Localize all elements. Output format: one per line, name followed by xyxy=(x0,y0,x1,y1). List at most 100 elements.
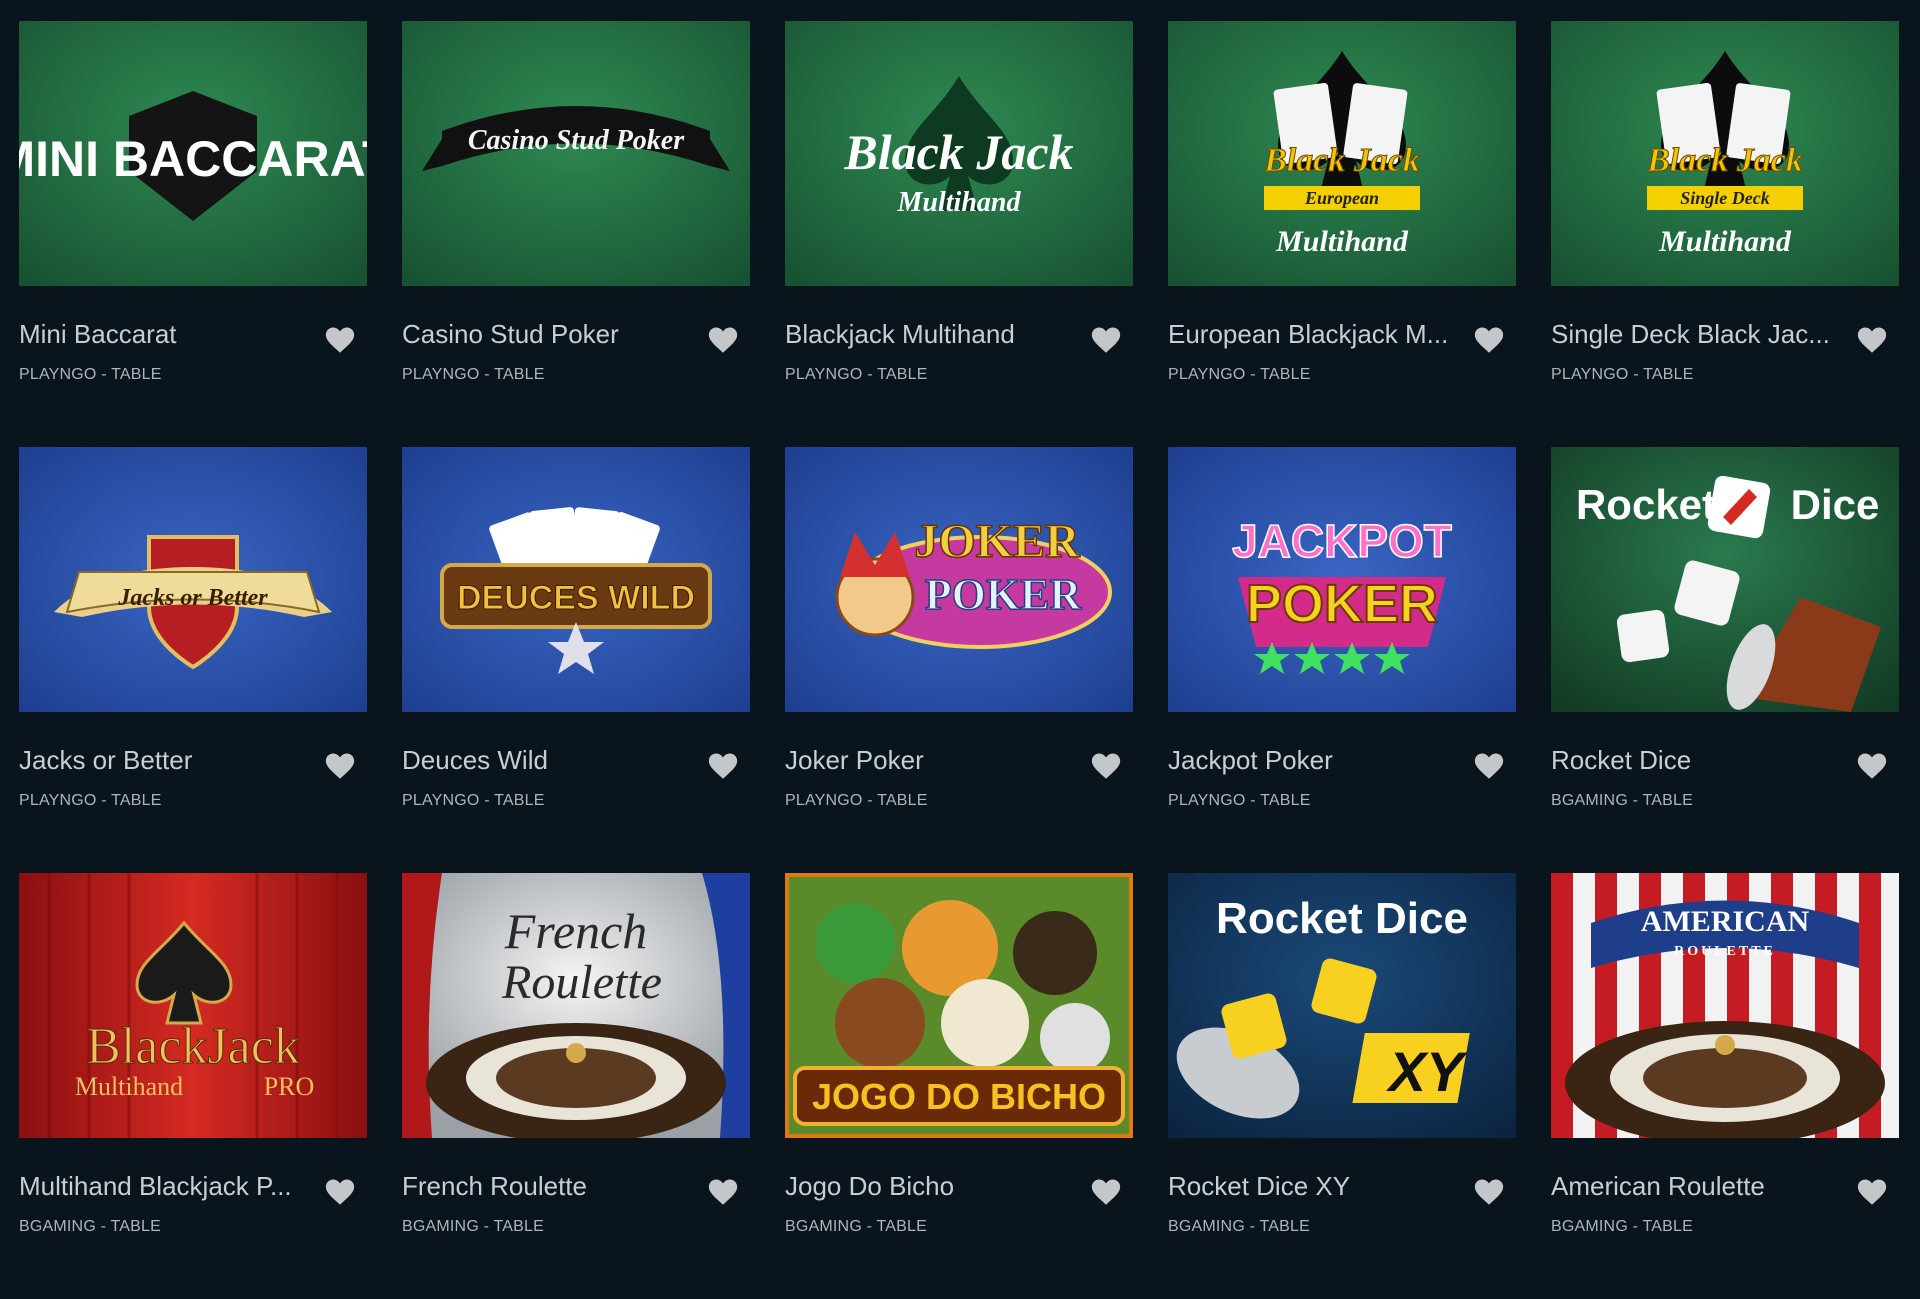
game-provider: PLAYNGO - TABLE xyxy=(19,792,162,809)
thumb-title: French xyxy=(504,903,648,959)
game-provider: PLAYNGO - TABLE xyxy=(402,366,545,383)
thumb-title: Black Jack xyxy=(1263,142,1420,179)
game-thumbnail[interactable]: DEUCES WILD xyxy=(402,447,750,712)
game-card-mini-baccarat[interactable]: MINI BACCARAT Mini Baccarat PLAYNGO - TA… xyxy=(19,21,367,447)
game-title[interactable]: Multihand Blackjack P... xyxy=(19,1171,309,1202)
game-card-single-deck-blackjack[interactable]: Black Jack Single Deck Multihand Single … xyxy=(1551,21,1899,447)
game-thumbnail[interactable]: Rocket Dice xyxy=(1551,447,1899,712)
game-provider: PLAYNGO - TABLE xyxy=(1168,792,1311,809)
game-card-european-blackjack[interactable]: Black Jack European Multihand European B… xyxy=(1168,21,1516,447)
game-thumbnail[interactable]: Rocket Dice XY xyxy=(1168,873,1516,1138)
game-card-multihand-blackjack-pro[interactable]: BlackJack Multihand PRO Multihand Blackj… xyxy=(19,873,367,1299)
heart-icon[interactable] xyxy=(1855,1175,1889,1209)
game-provider: PLAYNGO - TABLE xyxy=(19,366,162,383)
thumb-title: Black Jack xyxy=(843,124,1073,180)
thumb-title: DEUCES WILD xyxy=(457,579,695,617)
game-provider: BGAMING - TABLE xyxy=(1551,792,1693,809)
heart-icon[interactable] xyxy=(1855,749,1889,783)
game-thumbnail[interactable]: Black Jack Multihand xyxy=(785,21,1133,286)
game-card-joker-poker[interactable]: JOKER POKER Joker Poker PLAYNGO - TABLE xyxy=(785,447,1133,873)
game-card-french-roulette[interactable]: French Roulette French Roulette BGAMING … xyxy=(402,873,750,1299)
game-provider: BGAMING - TABLE xyxy=(785,1218,927,1235)
heart-icon[interactable] xyxy=(1855,323,1889,357)
thumb-subtitle-2: Multihand xyxy=(1275,225,1409,258)
thumb-title: JOGO DO BICHO xyxy=(812,1076,1106,1117)
game-thumbnail[interactable]: AMERICAN ROULETTE xyxy=(1551,873,1899,1138)
game-provider: PLAYNGO - TABLE xyxy=(785,792,928,809)
game-provider: BGAMING - TABLE xyxy=(19,1218,161,1235)
game-title[interactable]: Jacks or Better xyxy=(19,745,309,776)
game-thumbnail[interactable]: Black Jack Single Deck Multihand xyxy=(1551,21,1899,286)
game-title[interactable]: European Blackjack M... xyxy=(1168,319,1458,350)
game-title[interactable]: American Roulette xyxy=(1551,1171,1841,1202)
thumb-subtitle: Roulette xyxy=(501,956,662,1009)
game-thumbnail[interactable]: Casino Stud Poker xyxy=(402,21,750,286)
thumb-title: JOKER xyxy=(914,515,1081,568)
game-title[interactable]: Blackjack Multihand xyxy=(785,319,1075,350)
game-card-blackjack-multihand[interactable]: Black Jack Multihand Blackjack Multihand… xyxy=(785,21,1133,447)
game-provider: BGAMING - TABLE xyxy=(1551,1218,1693,1235)
game-thumbnail[interactable]: French Roulette xyxy=(402,873,750,1138)
thumb-subtitle: Multihand xyxy=(897,187,1022,218)
game-card-deuces-wild[interactable]: DEUCES WILD Deuces Wild PLAYNGO - TABLE xyxy=(402,447,750,873)
heart-icon[interactable] xyxy=(1089,323,1123,357)
game-provider: PLAYNGO - TABLE xyxy=(1168,366,1311,383)
thumb-subtitle: ROULETTE xyxy=(1674,944,1776,959)
game-card-jogo-do-bicho[interactable]: JOGO DO BICHO Jogo Do Bicho BGAMING - TA… xyxy=(785,873,1133,1299)
heart-icon[interactable] xyxy=(323,1175,357,1209)
game-title[interactable]: Rocket Dice XY xyxy=(1168,1171,1458,1202)
game-title[interactable]: Jogo Do Bicho xyxy=(785,1171,1075,1202)
thumb-subtitle: European xyxy=(1304,188,1379,208)
game-thumbnail[interactable]: JACKPOT POKER xyxy=(1168,447,1516,712)
heart-icon[interactable] xyxy=(1472,749,1506,783)
game-title[interactable]: Deuces Wild xyxy=(402,745,692,776)
game-card-rocket-dice[interactable]: Rocket Dice Rocket Dice BGAMING - TABLE xyxy=(1551,447,1899,873)
game-provider: PLAYNGO - TABLE xyxy=(785,366,928,383)
game-thumbnail[interactable]: Jacks or Better xyxy=(19,447,367,712)
game-card-rocket-dice-xy[interactable]: Rocket Dice XY Rocket Dice XY BGAMING - … xyxy=(1168,873,1516,1299)
heart-icon[interactable] xyxy=(706,323,740,357)
thumb-title: Jacks or Better xyxy=(117,585,268,611)
thumb-subtitle: XY xyxy=(1386,1040,1468,1103)
heart-icon[interactable] xyxy=(706,749,740,783)
game-provider: PLAYNGO - TABLE xyxy=(402,792,545,809)
thumb-title: MINI BACCARAT xyxy=(19,131,367,187)
thumb-subtitle: Multihand xyxy=(75,1072,183,1101)
game-title[interactable]: Jackpot Poker xyxy=(1168,745,1458,776)
thumb-subtitle-2: Multihand xyxy=(1658,225,1792,258)
game-thumbnail[interactable]: JOGO DO BICHO xyxy=(785,873,1133,1138)
game-card-jackpot-poker[interactable]: JACKPOT POKER Jackpot Poker PLAYNGO - TA… xyxy=(1168,447,1516,873)
game-title[interactable]: Joker Poker xyxy=(785,745,1075,776)
games-grid: MINI BACCARAT Mini Baccarat PLAYNGO - TA… xyxy=(19,21,1899,1299)
thumb-title: JACKPOT xyxy=(1232,515,1452,567)
game-title[interactable]: Single Deck Black Jac... xyxy=(1551,319,1841,350)
game-card-casino-stud-poker[interactable]: Casino Stud Poker Casino Stud Poker PLAY… xyxy=(402,21,750,447)
game-card-jacks-or-better[interactable]: Jacks or Better Jacks or Better PLAYNGO … xyxy=(19,447,367,873)
thumb-subtitle-2: PRO xyxy=(264,1072,315,1101)
thumb-title: Black Jack xyxy=(1646,142,1803,179)
thumb-subtitle: Single Deck xyxy=(1680,188,1770,208)
game-title[interactable]: French Roulette xyxy=(402,1171,692,1202)
thumb-subtitle: POKER xyxy=(925,570,1083,619)
game-title[interactable]: Rocket Dice xyxy=(1551,745,1841,776)
heart-icon[interactable] xyxy=(323,323,357,357)
game-thumbnail[interactable]: Black Jack European Multihand xyxy=(1168,21,1516,286)
game-title[interactable]: Casino Stud Poker xyxy=(402,319,692,350)
heart-icon[interactable] xyxy=(1089,1175,1123,1209)
heart-icon[interactable] xyxy=(706,1175,740,1209)
heart-icon[interactable] xyxy=(1472,323,1506,357)
game-thumbnail[interactable]: MINI BACCARAT xyxy=(19,21,367,286)
game-thumbnail[interactable]: JOKER POKER xyxy=(785,447,1133,712)
game-title[interactable]: Mini Baccarat xyxy=(19,319,309,350)
heart-icon[interactable] xyxy=(1472,1175,1506,1209)
heart-icon[interactable] xyxy=(323,749,357,783)
game-provider: BGAMING - TABLE xyxy=(1168,1218,1310,1235)
thumb-title: BlackJack xyxy=(86,1018,300,1075)
heart-icon[interactable] xyxy=(1089,749,1123,783)
game-thumbnail[interactable]: BlackJack Multihand PRO xyxy=(19,873,367,1138)
thumb-title: Rocket Dice xyxy=(1216,894,1468,943)
game-card-american-roulette[interactable]: AMERICAN ROULETTE American Roulette BGAM… xyxy=(1551,873,1899,1299)
game-provider: BGAMING - TABLE xyxy=(402,1218,544,1235)
thumb-subtitle: Dice xyxy=(1791,481,1880,528)
thumb-title: Casino Stud Poker xyxy=(468,125,685,156)
